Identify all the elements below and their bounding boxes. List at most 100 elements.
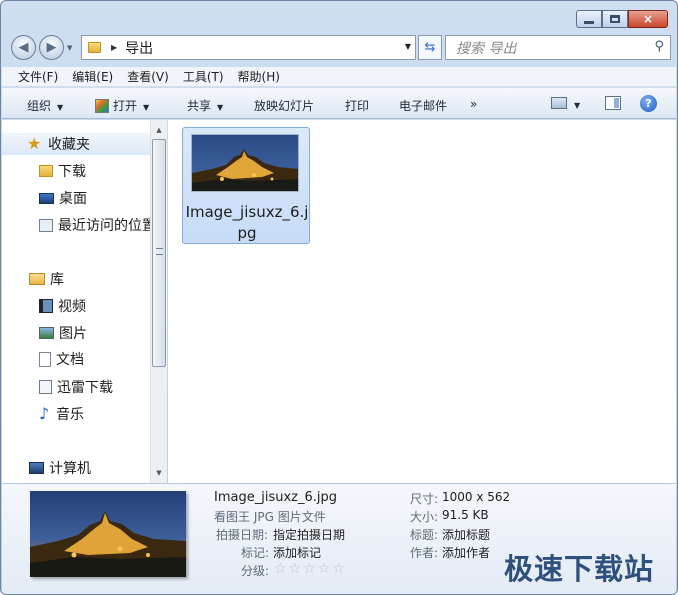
explorer-window: × ◀ ▶ ▼ ▶ 导出 ▼ ⇆ 搜索 导出 ⚲ 文件(F) 编辑(E) 查看(… <box>0 0 678 595</box>
details-rating-label: 分级: <box>241 564 270 578</box>
rating-stars[interactable]: ☆☆☆☆☆ <box>274 561 347 577</box>
more-commands-button[interactable]: » <box>470 97 477 111</box>
maximize-icon <box>610 15 620 23</box>
xunlei-folder-icon <box>39 380 52 394</box>
nav-label: 最近访问的位置 <box>58 218 156 234</box>
grip-icon <box>156 248 163 255</box>
forward-button[interactable]: ▶ <box>39 35 64 60</box>
details-author-value[interactable]: 添加作者 <box>442 544 490 561</box>
nav-label: 收藏夹 <box>48 137 90 153</box>
details-dimensions-label: 尺寸: <box>410 492 439 506</box>
share-label: 共享 <box>187 99 212 113</box>
details-tags-label: 标记: <box>241 546 270 560</box>
minimize-button[interactable] <box>576 10 602 28</box>
details-date-label: 拍摄日期: <box>216 528 269 542</box>
nav-label: 文档 <box>56 352 84 368</box>
window-controls: × <box>576 10 668 28</box>
nav-recent-places[interactable]: 最近访问的位置 <box>2 214 156 236</box>
nav-label: 库 <box>50 272 64 288</box>
details-size-value: 91.5 KB <box>442 508 489 522</box>
forward-arrow-icon: ▶ <box>46 40 57 55</box>
nav-label: 图片 <box>59 326 87 342</box>
menu-view[interactable]: 查看(V) <box>127 68 169 85</box>
scroll-up-icon[interactable]: ▲ <box>151 122 167 138</box>
details-file-type: 看图王 JPG 图片文件 <box>214 510 326 524</box>
nav-videos[interactable]: 视频 <box>2 295 86 317</box>
close-button[interactable]: × <box>628 10 668 28</box>
nav-label: 音乐 <box>56 407 84 423</box>
details-author-label: 作者: <box>410 546 439 560</box>
search-input[interactable]: 搜索 导出 ⚲ <box>445 35 671 60</box>
share-button[interactable]: 共享 ▼ <box>187 97 223 114</box>
folder-icon <box>88 42 101 53</box>
nav-computer[interactable]: 计算机 <box>2 457 91 479</box>
nav-scrollbar[interactable]: ▲ ▼ <box>150 120 167 483</box>
scroll-down-icon[interactable]: ▼ <box>151 465 167 481</box>
back-button[interactable]: ◀ <box>11 35 36 60</box>
castle-night-image <box>30 491 186 577</box>
maximize-button[interactable] <box>602 10 628 28</box>
close-icon: × <box>642 12 654 26</box>
preview-pane-icon[interactable] <box>605 96 621 110</box>
details-tags-value[interactable]: 添加标记 <box>273 544 321 561</box>
print-button[interactable]: 打印 <box>345 97 369 114</box>
desktop-icon <box>39 192 54 204</box>
folder-icon <box>39 165 53 177</box>
details-thumbnail <box>30 491 186 577</box>
scroll-thumb[interactable] <box>152 139 166 367</box>
view-dropdown-icon[interactable]: ▼ <box>574 97 580 111</box>
breadcrumb-current[interactable]: 导出 <box>125 38 153 58</box>
command-bar: 组织 ▼ 打开 ▼ 共享 ▼ 放映幻灯片 打印 电子邮件 » ▼ ? <box>2 88 676 119</box>
video-icon <box>39 299 53 313</box>
nav-desktop[interactable]: 桌面 <box>2 187 87 209</box>
details-filename: Image_jisuxz_6.jpg <box>214 490 337 505</box>
nav-label: 下载 <box>58 164 86 180</box>
details-title-label: 标题: <box>410 528 439 542</box>
slideshow-button[interactable]: 放映幻灯片 <box>254 97 314 114</box>
open-app-icon <box>95 99 109 113</box>
nav-label: 计算机 <box>49 461 91 477</box>
castle-night-image <box>192 135 298 191</box>
search-icon[interactable]: ⚲ <box>654 39 664 54</box>
nav-documents[interactable]: 文档 <box>2 348 84 370</box>
help-icon[interactable]: ? <box>640 95 657 112</box>
menu-help[interactable]: 帮助(H) <box>238 68 280 85</box>
nav-libraries[interactable]: 库 <box>2 268 64 290</box>
file-name[interactable]: Image_jisuxz_6.jpg <box>183 202 311 244</box>
menu-edit[interactable]: 编辑(E) <box>72 68 113 85</box>
nav-xunlei-downloads[interactable]: 迅雷下载 <box>2 376 113 398</box>
address-dropdown-icon[interactable]: ▼ <box>405 42 411 51</box>
email-button[interactable]: 电子邮件 <box>399 97 447 114</box>
file-item[interactable]: Image_jisuxz_6.jpg <box>182 127 310 244</box>
nav-favorites[interactable]: ★ 收藏夹 <box>2 133 150 155</box>
organize-button[interactable]: 组织 ▼ <box>27 97 63 114</box>
nav-music[interactable]: ♪ 音乐 <box>2 403 84 425</box>
nav-label: 迅雷下载 <box>57 380 113 396</box>
music-note-icon: ♪ <box>39 404 50 423</box>
chevron-down-icon: ▼ <box>217 103 224 112</box>
details-size-label: 大小: <box>410 510 439 524</box>
nav-pictures[interactable]: 图片 <box>2 322 87 344</box>
library-icon <box>29 273 45 285</box>
refresh-button[interactable]: ⇆ <box>418 35 442 60</box>
open-button[interactable]: 打开 ▼ <box>95 97 149 114</box>
address-bar[interactable]: ▶ 导出 ▼ <box>81 35 416 60</box>
nav-label: 桌面 <box>59 191 87 207</box>
picture-icon <box>39 327 54 339</box>
menu-tools[interactable]: 工具(T) <box>183 68 224 85</box>
nav-downloads[interactable]: 下载 <box>2 160 86 182</box>
recent-places-icon <box>39 218 53 232</box>
details-date-value[interactable]: 指定拍摄日期 <box>273 526 345 543</box>
change-view-icon[interactable] <box>551 97 567 109</box>
document-icon <box>39 351 51 367</box>
minimize-icon <box>584 20 594 24</box>
menu-file[interactable]: 文件(F) <box>18 68 58 85</box>
open-label: 打开 <box>113 99 138 113</box>
breadcrumb-arrow-icon[interactable]: ▶ <box>111 43 117 52</box>
menu-bar: 文件(F) 编辑(E) 查看(V) 工具(T) 帮助(H) <box>2 67 676 87</box>
recent-pages-dropdown[interactable]: ▼ <box>67 44 72 52</box>
details-dimensions-value: 1000 x 562 <box>442 490 511 504</box>
details-title-value[interactable]: 添加标题 <box>442 526 490 543</box>
search-placeholder: 搜索 导出 <box>456 40 517 57</box>
file-list-area[interactable]: Image_jisuxz_6.jpg <box>168 120 676 483</box>
